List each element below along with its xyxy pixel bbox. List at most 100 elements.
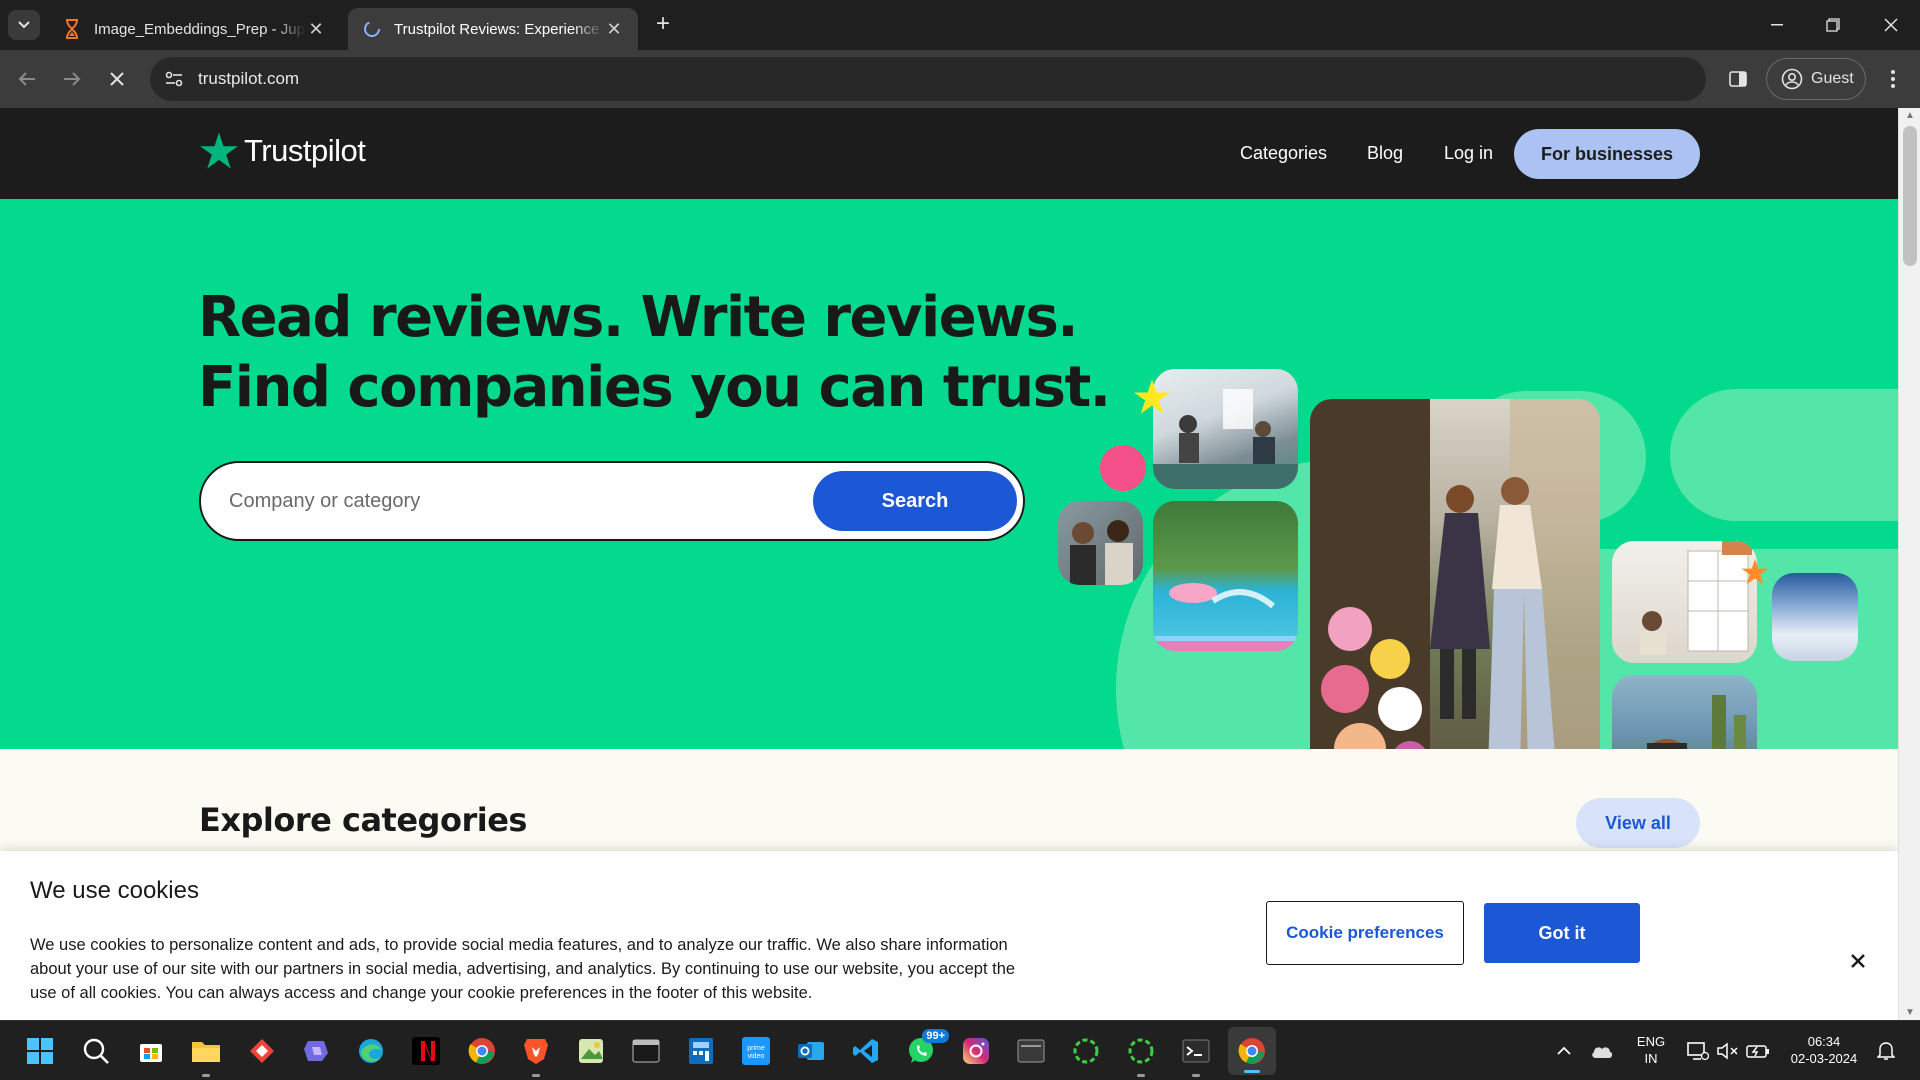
instagram-icon[interactable] — [960, 1035, 992, 1067]
account-circle-icon — [1781, 68, 1803, 90]
nav-blog[interactable]: Blog — [1367, 108, 1403, 199]
chrome-active-icon[interactable] — [1228, 1027, 1276, 1075]
photo-swimming-pool — [1153, 501, 1298, 651]
hero-section: Read reviews. Write reviews. Find compan… — [0, 199, 1898, 749]
nav-categories[interactable]: Categories — [1240, 108, 1327, 199]
scroll-up-arrow-icon[interactable]: ▲ — [1899, 110, 1920, 121]
cookie-title: We use cookies — [30, 877, 199, 904]
view-all-button[interactable]: View all — [1576, 798, 1700, 848]
scroll-down-arrow-icon[interactable]: ▼ — [1899, 1007, 1920, 1018]
got-it-button[interactable]: Got it — [1484, 903, 1640, 963]
hourglass-icon — [62, 19, 82, 39]
prime-video-icon[interactable]: prime video — [740, 1035, 772, 1067]
clock[interactable]: 06:34 02-03-2024 — [1780, 1033, 1868, 1067]
trustpilot-logo[interactable]: Trustpilot — [198, 130, 366, 172]
volume-muted-icon[interactable] — [1712, 1035, 1744, 1067]
copilot-icon[interactable] — [300, 1035, 332, 1067]
svg-text:prime: prime — [747, 1045, 765, 1052]
chrome-icon[interactable] — [466, 1035, 498, 1067]
close-window-button[interactable] — [1866, 8, 1916, 42]
photos-icon[interactable] — [575, 1035, 607, 1067]
windows-start-icon[interactable] — [24, 1035, 56, 1067]
back-button[interactable] — [10, 62, 44, 96]
brave-icon[interactable] — [520, 1035, 552, 1077]
show-hidden-icons-chevron-up-icon[interactable] — [1548, 1035, 1580, 1067]
tab-title: Image_Embeddings_Prep - Jupyter — [94, 20, 306, 38]
close-tab-icon[interactable]: ✕ — [306, 19, 326, 40]
tab-jupyter[interactable]: Image_Embeddings_Prep - Jupyter ✕ — [48, 8, 340, 50]
hero-headline: Read reviews. Write reviews. Find compan… — [198, 283, 1111, 423]
new-tab-button[interactable]: + — [650, 12, 676, 38]
search-icon[interactable] — [80, 1035, 112, 1067]
close-cookie-banner-button[interactable] — [1846, 949, 1870, 973]
terminal-icon[interactable] — [1180, 1035, 1212, 1077]
forward-button[interactable] — [55, 62, 89, 96]
logo-text: Trustpilot — [244, 133, 366, 168]
side-panel-button[interactable] — [1722, 63, 1754, 95]
scrollbar-thumb[interactable] — [1903, 126, 1917, 266]
close-icon — [1851, 954, 1865, 968]
loader-app-icon[interactable] — [1070, 1035, 1102, 1067]
cookie-preferences-button[interactable]: Cookie preferences — [1266, 901, 1464, 965]
side-panel-icon — [1729, 71, 1747, 87]
browser-tab-strip: Image_Embeddings_Prep - Jupyter ✕ Trustp… — [0, 0, 1920, 50]
stop-loading-button[interactable] — [100, 62, 134, 96]
svg-text:video: video — [748, 1053, 765, 1060]
close-tab-icon[interactable]: ✕ — [604, 19, 624, 40]
minimize-button[interactable] — [1752, 8, 1802, 42]
profile-label: Guest — [1811, 70, 1854, 87]
page-viewport: Trustpilot Categories Blog Log in For bu… — [0, 108, 1920, 1020]
headline-line-2: Find companies you can trust. — [198, 355, 1111, 420]
photo-friends-chatting — [1058, 501, 1143, 585]
photo-office-meeting — [1153, 369, 1298, 489]
notification-bell-icon[interactable] — [1870, 1035, 1902, 1067]
cookie-banner: We use cookies We use cookies to persona… — [0, 851, 1898, 1020]
loader-app-icon[interactable] — [1125, 1035, 1157, 1077]
nav-login[interactable]: Log in — [1444, 108, 1493, 199]
tab-trustpilot[interactable]: Trustpilot Reviews: Experience the power… — [348, 8, 638, 50]
photo-snowy-mountains — [1772, 573, 1858, 661]
search-input[interactable] — [229, 481, 769, 521]
star-logo-icon — [200, 132, 238, 169]
whatsapp-icon[interactable]: 99+ — [905, 1029, 949, 1067]
battery-charging-icon[interactable] — [1742, 1035, 1774, 1067]
for-businesses-button[interactable]: For businesses — [1514, 129, 1700, 179]
file-explorer-icon[interactable] — [190, 1035, 222, 1077]
explore-title: Explore categories — [199, 801, 527, 839]
cookie-body: We use cookies to personalize content an… — [30, 936, 1016, 1002]
decorative-blob — [1670, 389, 1898, 521]
search-button[interactable]: Search — [813, 471, 1017, 531]
anydesk-icon[interactable] — [246, 1035, 278, 1067]
address-bar[interactable]: trustpilot.com — [150, 57, 1706, 101]
calculator-icon[interactable] — [685, 1035, 717, 1067]
site-header: Trustpilot Categories Blog Log in For bu… — [0, 108, 1898, 199]
onedrive-cloud-icon[interactable] — [1586, 1035, 1618, 1067]
input-language[interactable]: ENG IN — [1636, 1033, 1666, 1067]
microsoft-store-icon[interactable] — [135, 1035, 167, 1067]
restore-button[interactable] — [1808, 8, 1858, 42]
forward-arrow-icon — [64, 72, 81, 86]
yellow-star-icon — [1134, 379, 1170, 414]
vscode-icon[interactable] — [850, 1035, 882, 1067]
photo-home-office — [1612, 541, 1757, 663]
app-window-icon[interactable] — [1015, 1035, 1047, 1067]
profile-button[interactable]: Guest — [1766, 58, 1866, 100]
language-code: ENG — [1636, 1034, 1666, 1049]
orange-star-icon — [1741, 558, 1769, 585]
browser-toolbar: trustpilot.com Guest — [0, 50, 1920, 108]
browser-menu-button[interactable] — [1878, 63, 1908, 95]
edge-icon[interactable] — [355, 1035, 387, 1067]
close-icon — [110, 72, 124, 86]
search-form: Search — [199, 461, 1025, 541]
site-settings-icon[interactable] — [152, 57, 196, 101]
pink-dot — [1100, 445, 1146, 491]
tab-title: Trustpilot Reviews: Experience the power… — [394, 20, 604, 38]
region-code: IN — [1644, 1051, 1658, 1066]
netflix-icon[interactable] — [410, 1035, 442, 1067]
tab-search-button[interactable] — [8, 10, 40, 40]
url-text: trustpilot.com — [198, 69, 300, 88]
page-scrollbar[interactable]: ▲ ▼ — [1898, 108, 1920, 1020]
network-icon[interactable] — [1682, 1035, 1714, 1067]
outlook-icon[interactable] — [795, 1035, 827, 1067]
terminal-window-icon[interactable] — [630, 1035, 662, 1067]
